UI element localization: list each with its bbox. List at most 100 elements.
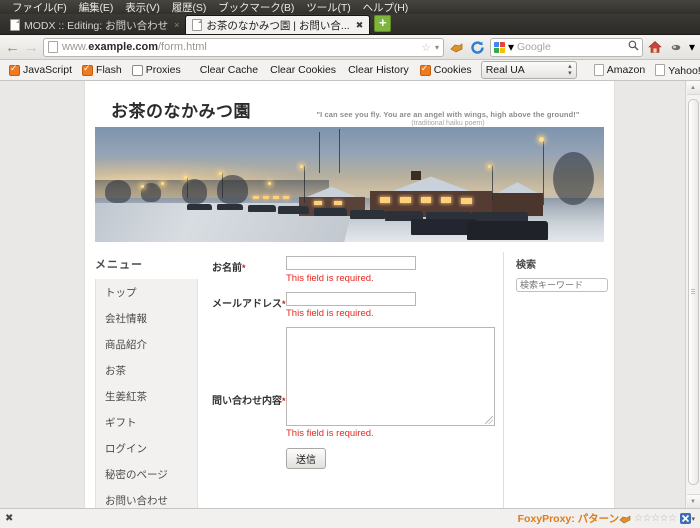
error-name: This field is required.: [286, 272, 374, 284]
contact-form: お名前* This field is required. メールアドレス* Th…: [198, 252, 503, 508]
menu-item-company[interactable]: 会社情報: [96, 305, 197, 331]
close-icon[interactable]: ×: [174, 20, 179, 30]
checkbox-icon[interactable]: [131, 64, 143, 76]
menu-item-products[interactable]: 商品紹介: [96, 331, 197, 357]
bookmark-label: Amazon: [606, 64, 646, 76]
clear-history-button[interactable]: Clear History: [342, 64, 415, 76]
menu-list: トップ 会社情報 商品紹介 お茶 生姜紅茶 ギフト ログイン 秘密のページ お問…: [95, 279, 198, 508]
checkbox-icon[interactable]: [9, 63, 20, 76]
user-agent-select[interactable]: Real UA ▴ ▾: [480, 61, 577, 79]
tab-modx-editing[interactable]: MODX :: Editing: お問い合わせ ×: [4, 16, 185, 34]
scrollbar-track[interactable]: [686, 95, 700, 494]
menu-heading: メニュー: [95, 259, 143, 271]
form-row-email: メールアドレス* This field is required.: [212, 291, 495, 326]
foxyproxy-toolbar-icon[interactable]: [448, 39, 465, 56]
status-close-icon[interactable]: ✖: [5, 513, 21, 524]
reload-icon[interactable]: [469, 39, 486, 56]
menu-item-top[interactable]: トップ: [96, 279, 197, 305]
foxyproxy-fox-icon[interactable]: [619, 513, 631, 525]
menu-view[interactable]: 表示(V): [119, 0, 166, 15]
scroll-up-button[interactable]: ▲: [686, 81, 700, 95]
google-icon: [493, 41, 505, 53]
toggle-label: JavaScript: [23, 64, 73, 76]
label-email: メールアドレス*: [212, 298, 286, 310]
scroll-down-button[interactable]: ▼: [686, 494, 700, 508]
sidebar-menu: メニュー トップ 会社情報 商品紹介 お茶 生姜紅茶 ギフト ログイン 秘密のペ…: [95, 252, 198, 508]
bookmark-star-icon[interactable]: ☆: [421, 41, 431, 54]
toggle-cookies[interactable]: Cookies: [415, 63, 477, 76]
toggle-label: Proxies: [145, 64, 181, 76]
clear-cookies-button[interactable]: Clear Cookies: [264, 64, 342, 76]
chevron-down-icon[interactable]: ▾: [508, 40, 514, 54]
scrollbar-thumb[interactable]: [688, 99, 699, 485]
page-identity-icon: [48, 41, 58, 53]
navigation-toolbar: ← → www.example.com/form.html ☆ ▾ ▾ Goog…: [0, 35, 700, 60]
url-text: www.example.com/form.html: [62, 41, 207, 53]
form-row-message: 問い合わせ内容* This field is required. 送信: [212, 327, 495, 469]
menu-file[interactable]: ファイル(F): [6, 0, 73, 15]
page-icon: [655, 64, 666, 76]
site-header: お茶のなかみつ園 "I can see you fly. You are an …: [85, 81, 614, 127]
menu-bookmarks[interactable]: ブックマーク(B): [212, 0, 300, 15]
menu-item-gift[interactable]: ギフト: [96, 409, 197, 435]
search-icon[interactable]: [628, 40, 639, 54]
browser-window: ファイル(F) 編集(E) 表示(V) 履歴(S) ブックマーク(B) ツール(…: [0, 0, 700, 528]
submit-button[interactable]: 送信: [286, 448, 326, 469]
menu-edit[interactable]: 編集(E): [73, 0, 120, 15]
rating-stars[interactable]: ☆☆☆☆☆: [634, 513, 677, 524]
url-bar[interactable]: www.example.com/form.html ☆ ▾: [43, 37, 444, 57]
error-email: This field is required.: [286, 308, 374, 319]
tab-label: お茶のなかみつ園 | お問い合...: [206, 19, 350, 32]
required-mark: *: [282, 298, 286, 309]
checkbox-icon[interactable]: [419, 63, 431, 76]
close-icon[interactable]: ✖: [356, 20, 364, 31]
extension-toolbar: JavaScript Flash Proxies Clear Cache Cle…: [0, 60, 700, 81]
bookmark-yahoo-route[interactable]: Yahoo!路線: [650, 63, 700, 78]
tab-ochanonakamitsuen[interactable]: お茶のなかみつ園 | お問い合... ✖: [185, 15, 371, 34]
back-arrow-icon[interactable]: ←: [5, 40, 20, 55]
checkbox-icon[interactable]: [82, 63, 94, 76]
site-search-input[interactable]: [516, 278, 608, 292]
page-canvas: お茶のなかみつ園 "I can see you fly. You are an …: [0, 81, 685, 508]
search-bar[interactable]: ▾ Google: [489, 37, 643, 57]
tab-bar: MODX :: Editing: お問い合わせ × お茶のなかみつ園 | お問い…: [0, 14, 700, 35]
toggle-flash[interactable]: Flash: [77, 63, 127, 76]
banner-photo: [95, 127, 604, 242]
chevron-down-icon[interactable]: ▾: [689, 40, 695, 54]
extension-icon[interactable]: [668, 39, 685, 56]
toggle-javascript[interactable]: JavaScript: [4, 63, 77, 76]
status-bar: ✖ FoxyProxy: パターン ☆☆☆☆☆ ▾: [0, 508, 700, 528]
menu-help[interactable]: ヘルプ(H): [357, 0, 414, 15]
forward-arrow-icon[interactable]: →: [24, 40, 39, 55]
message-textarea[interactable]: [286, 327, 495, 426]
addon-icon[interactable]: [679, 513, 691, 525]
menu-item-ginger-tea[interactable]: 生姜紅茶: [96, 383, 197, 409]
foxyproxy-status[interactable]: FoxyProxy: パターン: [518, 511, 620, 526]
stepper-icon[interactable]: ▴ ▾: [568, 63, 572, 77]
page-icon: [593, 64, 604, 76]
clear-cache-button[interactable]: Clear Cache: [194, 64, 264, 76]
required-mark: *: [242, 263, 246, 273]
menu-history[interactable]: 履歴(S): [166, 0, 213, 15]
bookmark-label: Yahoo!路線: [668, 64, 700, 77]
menu-item-login[interactable]: ログイン: [96, 435, 197, 461]
chevron-down-icon[interactable]: ▾: [435, 43, 439, 52]
toggle-label: Cookies: [433, 64, 472, 76]
bookmark-amazon[interactable]: Amazon: [589, 64, 651, 76]
chevron-down-icon[interactable]: ▾: [691, 515, 695, 523]
new-tab-button[interactable]: +: [374, 15, 392, 32]
menu-item-contact[interactable]: お問い合わせ: [96, 487, 197, 508]
label-message: 問い合わせ内容*: [212, 396, 286, 407]
site-tagline: "I can see you fly. You are an angel wit…: [298, 110, 598, 127]
tagline-source: (traditional haiku poem): [411, 120, 485, 127]
search-input[interactable]: Google: [517, 41, 625, 53]
home-icon[interactable]: [647, 39, 664, 56]
email-input[interactable]: [286, 291, 416, 306]
vertical-scrollbar[interactable]: ▲ ▼: [685, 81, 700, 508]
toggle-label: Flash: [96, 64, 122, 76]
name-input[interactable]: [286, 256, 416, 270]
menu-item-tea[interactable]: お茶: [96, 357, 197, 383]
menu-tools[interactable]: ツール(T): [300, 0, 356, 15]
toggle-proxies[interactable]: Proxies: [127, 64, 186, 76]
menu-item-secret-page[interactable]: 秘密のページ: [96, 461, 197, 487]
